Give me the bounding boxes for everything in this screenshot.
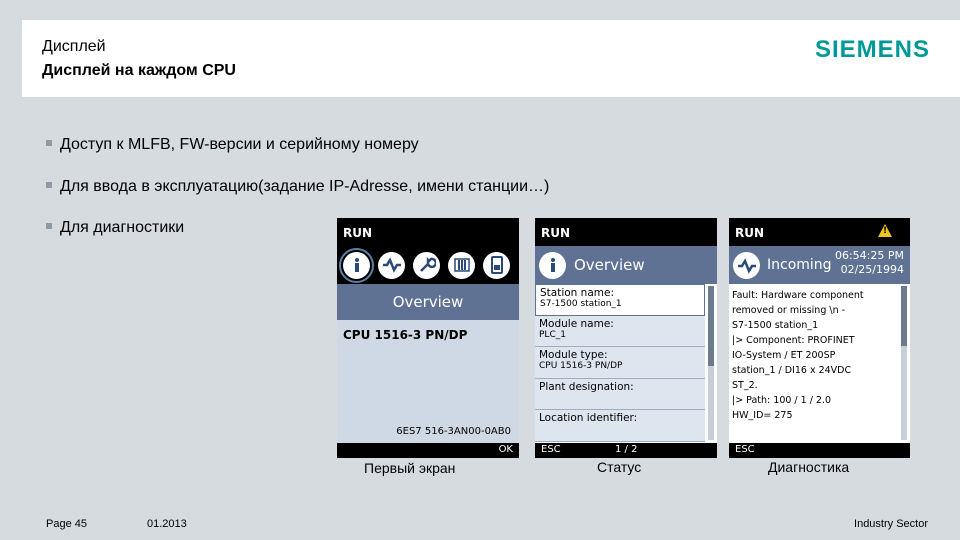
run-status: RUN ! (729, 218, 910, 246)
scrollbar[interactable] (708, 286, 714, 440)
run-status: RUN (535, 218, 717, 246)
bullet-icon (46, 139, 52, 146)
softkey-bar: ESC 1 / 2 (535, 443, 717, 458)
list-item[interactable]: Module type: CPU 1516-3 PN/DP (535, 347, 705, 379)
timestamp: 06:54:25 PM 02/25/1994 (834, 249, 904, 276)
list-item[interactable]: Module name: PLC_1 (535, 315, 705, 347)
display-settings-icon[interactable] (483, 251, 510, 279)
softkey-bar: OK (337, 443, 519, 458)
page-number: Page 45 (46, 518, 87, 530)
list-item[interactable]: Plant designation: (535, 378, 705, 410)
info-icon[interactable] (339, 247, 374, 283)
screen-title: Overview (574, 256, 645, 274)
esc-softkey[interactable]: ESC (735, 444, 755, 455)
screen2-caption: Статус (597, 459, 642, 475)
slide-title: Дисплей (42, 38, 106, 55)
diagnostic-message: Fault: Hardware component removed or mis… (732, 290, 864, 421)
module-icon[interactable] (448, 251, 475, 279)
bullet-item: Для ввода в эксплуатацию(задание IP-Adre… (46, 178, 549, 196)
scrollbar[interactable] (901, 286, 907, 440)
ok-softkey[interactable]: OK (499, 444, 513, 455)
status-list: Station name: S7-1500 station_1 Module na… (535, 284, 705, 443)
list-item[interactable]: Location identifier: (535, 410, 705, 442)
bullet-item: Для диагностики (46, 219, 184, 237)
run-status: RUN (337, 218, 519, 246)
scrollbar-thumb[interactable] (708, 286, 714, 366)
screen3-caption: Диагностика (768, 459, 850, 475)
page-indicator: 1 / 2 (615, 444, 638, 455)
esc-softkey[interactable]: ESC (541, 444, 561, 455)
diagnostics-icon (733, 252, 760, 279)
screen-title-bar: Overview (535, 246, 717, 284)
cpu-display-overview-screen: RUN Overview CPU 1516-3 PN/DP 6ES7 516-3… (337, 218, 519, 458)
cpu-display-diagnostics-screen: RUN ! Incoming 06:54:25 PM 02/25/1994 Fa… (729, 218, 910, 458)
bullet-item: Доступ к MLFB, FW-версии и серийному ном… (46, 136, 419, 154)
sector-label: Industry Sector (854, 518, 928, 530)
info-icon (539, 251, 566, 279)
mlfb-number: 6ES7 516-3AN00-0AB0 (396, 426, 511, 437)
list-item[interactable]: Station name: S7-1500 station_1 (535, 284, 705, 316)
cpu-display-status-screen: RUN Overview Station name: S7-1500 statio… (535, 218, 717, 458)
wrench-icon[interactable] (413, 251, 440, 279)
bullet-icon (46, 181, 52, 188)
overview-body: CPU 1516-3 PN/DP 6ES7 516-3AN00-0AB0 (337, 320, 519, 443)
scrollbar-thumb[interactable] (901, 286, 907, 346)
menu-icon-bar (337, 246, 519, 284)
diagnostics-icon[interactable] (378, 251, 405, 279)
screen1-caption: Первый экран (364, 460, 456, 476)
screen-title: Incoming (767, 257, 832, 273)
screen-title-bar: Incoming 06:54:25 PM 02/25/1994 (729, 246, 910, 284)
warning-icon: ! (878, 224, 892, 237)
slide-header: Дисплей Дисплей на каждом CPU SIEMENS (22, 20, 960, 97)
softkey-bar: ESC (729, 443, 910, 458)
cpu-type: CPU 1516-3 PN/DP (343, 328, 468, 342)
screen-title: Overview (337, 284, 519, 320)
bullet-icon (46, 222, 52, 229)
slide-date: 01.2013 (147, 518, 187, 530)
slide-subtitle: Дисплей на каждом CPU (42, 62, 236, 79)
siemens-logo: SIEMENS (814, 36, 930, 63)
